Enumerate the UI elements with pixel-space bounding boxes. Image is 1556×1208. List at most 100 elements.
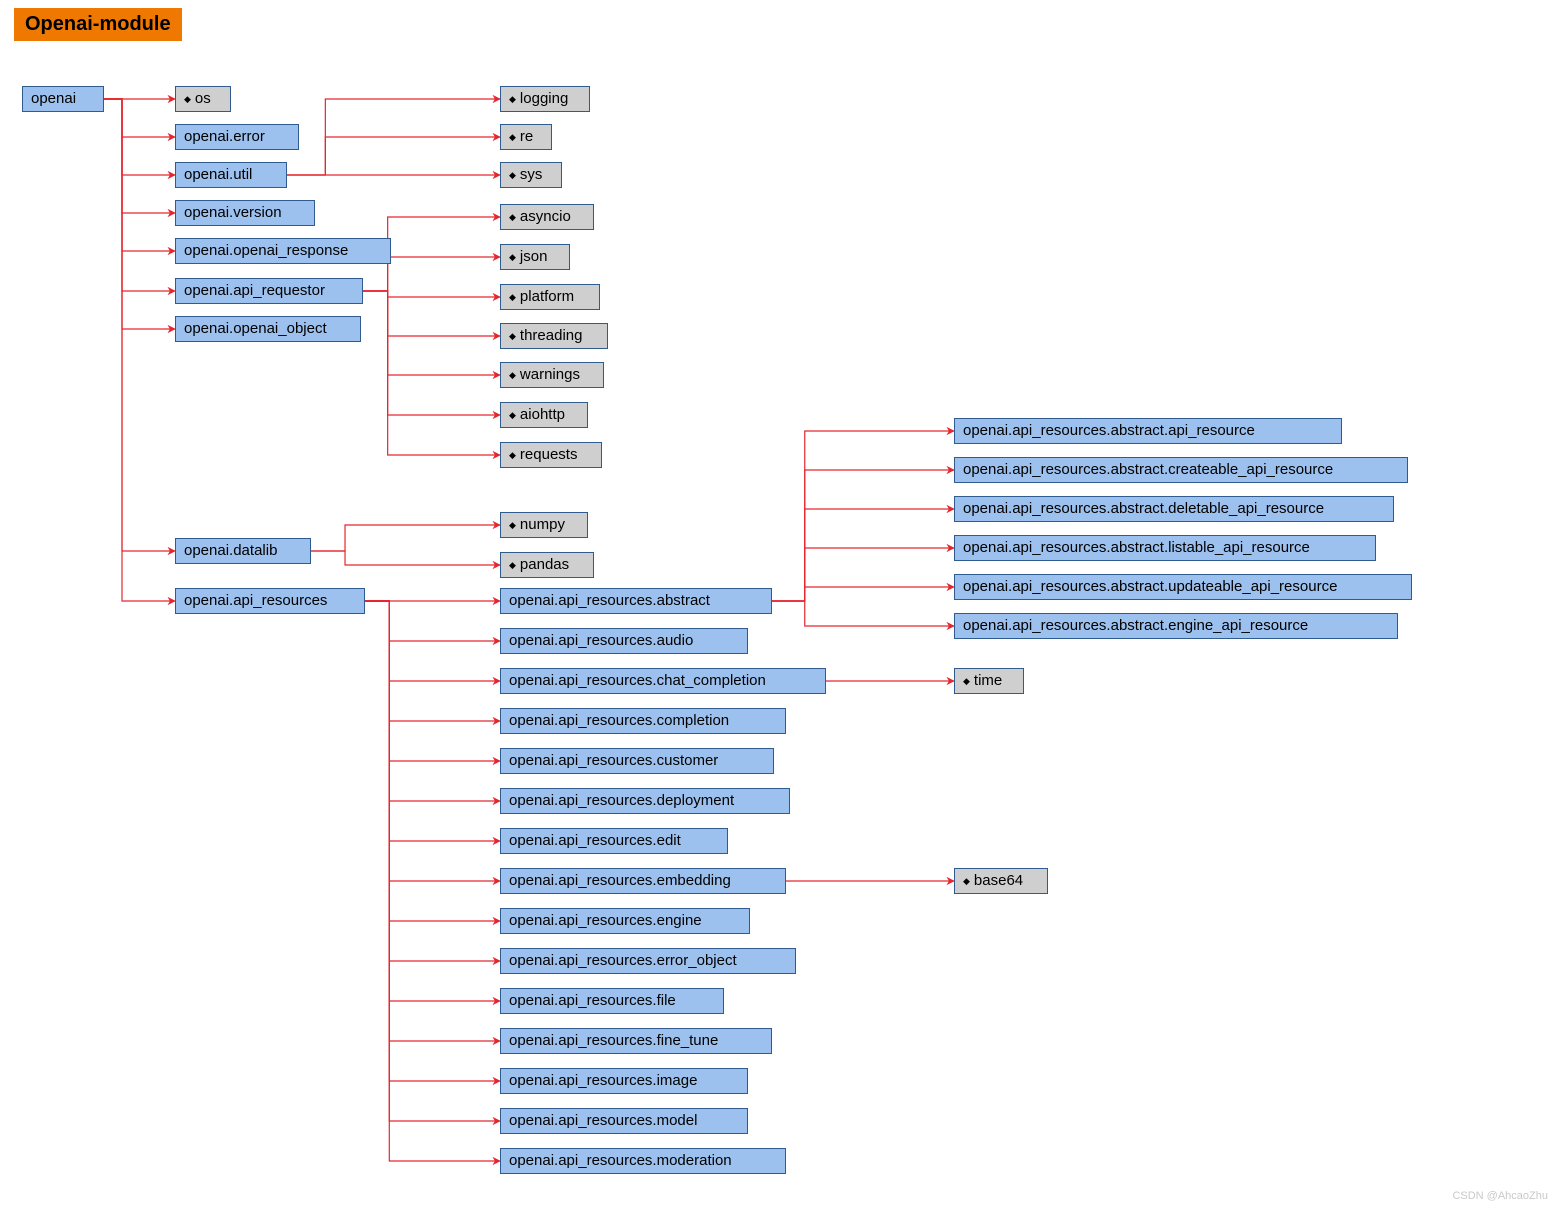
node-time: time	[954, 668, 1024, 694]
diagram-title-text: Openai-module	[25, 13, 171, 35]
node-label: openai.api_resources.abstract.updateable…	[963, 578, 1337, 595]
diagram-title: Openai-module	[14, 8, 182, 41]
edge-openai-openai_object	[104, 99, 175, 329]
node-error: openai.error	[175, 124, 299, 150]
node-label: time	[974, 672, 1002, 689]
node-label: openai.api_resources.fine_tune	[509, 1032, 718, 1049]
node-label: openai.api_requestor	[184, 282, 325, 299]
node-label: openai.api_resources.completion	[509, 712, 729, 729]
edge-api_resources-embedding	[365, 601, 500, 881]
node-label: platform	[520, 288, 574, 305]
node-label: requests	[520, 446, 578, 463]
node-label: openai.api_resources.edit	[509, 832, 681, 849]
watermark: CSDN @AhcaoZhu	[1452, 1190, 1548, 1202]
edge-datalib-numpy	[311, 525, 500, 551]
node-label: openai.openai_response	[184, 242, 348, 259]
node-label: aiohttp	[520, 406, 565, 423]
node-label: openai.datalib	[184, 542, 277, 559]
node-threading: threading	[500, 323, 608, 349]
node-label: openai.api_resources.error_object	[509, 952, 737, 969]
node-label: base64	[974, 872, 1023, 889]
edge-util-logging	[287, 99, 500, 175]
node-pandas: pandas	[500, 552, 594, 578]
edge-api_resources-deployment	[365, 601, 500, 801]
node-updateable: openai.api_resources.abstract.updateable…	[954, 574, 1412, 600]
edge-api_resources-edit	[365, 601, 500, 841]
node-label: openai.api_resources.image	[509, 1072, 697, 1089]
node-customer: openai.api_resources.customer	[500, 748, 774, 774]
edge-api_resources-file	[365, 601, 500, 1001]
node-label: threading	[520, 327, 583, 344]
node-platform: platform	[500, 284, 600, 310]
node-label: openai.error	[184, 128, 265, 145]
node-label: openai.api_resources.abstract	[509, 592, 710, 609]
edge-openai-error	[104, 99, 175, 137]
node-error_object: openai.api_resources.error_object	[500, 948, 796, 974]
node-label: openai.api_resources.abstract.api_resour…	[963, 422, 1255, 439]
node-warnings: warnings	[500, 362, 604, 388]
edge-api_resources-completion	[365, 601, 500, 721]
edge-abstract-updateable	[772, 587, 954, 601]
node-label: pandas	[520, 556, 569, 573]
node-model: openai.api_resources.model	[500, 1108, 748, 1134]
node-json: json	[500, 244, 570, 270]
edge-abstract-engine_api	[772, 601, 954, 626]
node-label: openai.api_resources.engine	[509, 912, 702, 929]
node-os: os	[175, 86, 231, 112]
node-label: openai.api_resources.abstract.engine_api…	[963, 617, 1308, 634]
node-edit: openai.api_resources.edit	[500, 828, 728, 854]
edge-api_resources-fine_tune	[365, 601, 500, 1041]
edge-openai-version	[104, 99, 175, 213]
node-label: numpy	[520, 516, 565, 533]
node-label: openai.openai_object	[184, 320, 327, 337]
node-requests: requests	[500, 442, 602, 468]
node-api_resources: openai.api_resources	[175, 588, 365, 614]
node-fine_tune: openai.api_resources.fine_tune	[500, 1028, 772, 1054]
node-chat_completion: openai.api_resources.chat_completion	[500, 668, 826, 694]
node-openai: openai	[22, 86, 104, 112]
edge-abstract-listable	[772, 548, 954, 601]
node-util: openai.util	[175, 162, 287, 188]
node-label: asyncio	[520, 208, 571, 225]
edge-api_resources-error_object	[365, 601, 500, 961]
edge-openai-api_requestor	[104, 99, 175, 291]
node-sys: sys	[500, 162, 562, 188]
node-asyncio: asyncio	[500, 204, 594, 230]
node-label: openai.util	[184, 166, 252, 183]
edge-abstract-api_resource	[772, 431, 954, 601]
node-label: openai.api_resources.chat_completion	[509, 672, 766, 689]
node-label: openai	[31, 90, 76, 107]
node-listable: openai.api_resources.abstract.listable_a…	[954, 535, 1376, 561]
node-api_resource: openai.api_resources.abstract.api_resour…	[954, 418, 1342, 444]
edge-abstract-deletable	[772, 509, 954, 601]
node-completion: openai.api_resources.completion	[500, 708, 786, 734]
node-datalib: openai.datalib	[175, 538, 311, 564]
node-label: openai.api_resources.abstract.createable…	[963, 461, 1333, 478]
node-label: re	[520, 128, 533, 145]
edge-api_resources-chat_completion	[365, 601, 500, 681]
node-label: openai.api_resources.model	[509, 1112, 697, 1129]
node-openai_object: openai.openai_object	[175, 316, 361, 342]
edge-api_resources-moderation	[365, 601, 500, 1161]
node-label: openai.version	[184, 204, 282, 221]
edge-api_resources-image	[365, 601, 500, 1081]
edge-openai-api_resources	[104, 99, 175, 601]
node-image: openai.api_resources.image	[500, 1068, 748, 1094]
edge-api_resources-model	[365, 601, 500, 1121]
edge-api_requestor-aiohttp	[363, 291, 500, 415]
node-version: openai.version	[175, 200, 315, 226]
edge-api_requestor-platform	[363, 291, 500, 297]
node-file: openai.api_resources.file	[500, 988, 724, 1014]
node-logging: logging	[500, 86, 590, 112]
edge-openai-util	[104, 99, 175, 175]
node-engine: openai.api_resources.engine	[500, 908, 750, 934]
node-base64: base64	[954, 868, 1048, 894]
node-label: openai.api_resources	[184, 592, 327, 609]
edge-util-re	[287, 137, 500, 175]
node-label: json	[520, 248, 548, 265]
node-label: sys	[520, 166, 543, 183]
node-createable: openai.api_resources.abstract.createable…	[954, 457, 1408, 483]
node-label: openai.api_resources.embedding	[509, 872, 731, 889]
node-openai_response: openai.openai_response	[175, 238, 391, 264]
edge-api_resources-customer	[365, 601, 500, 761]
